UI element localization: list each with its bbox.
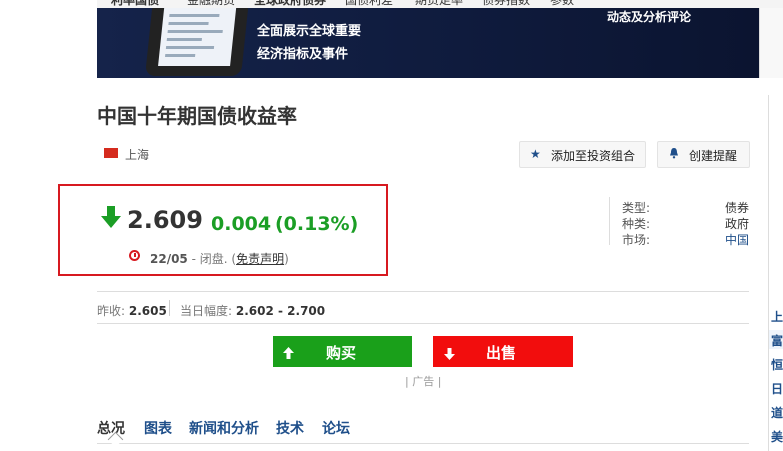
- buy-button[interactable]: 购买: [273, 336, 412, 367]
- kind-label: 种类:: [622, 217, 651, 231]
- status-close: ): [284, 252, 289, 266]
- kind-value: 政府: [724, 217, 749, 231]
- promo-banner[interactable]: 全面展示全球重要 经济指标及事件 动态及分析评论: [97, 8, 759, 78]
- last-price: 2.609: [127, 206, 203, 234]
- down-arrow-icon: [444, 345, 455, 364]
- nav-item[interactable]: 金融期货: [187, 0, 235, 8]
- sell-button[interactable]: 出售: [433, 336, 573, 367]
- nav-item[interactable]: 债券指数: [482, 0, 530, 8]
- exchange-label: 上海: [125, 148, 150, 162]
- status-text: - 闭盘. (: [191, 252, 237, 266]
- stats-divider: [169, 300, 170, 316]
- down-arrow-icon: [101, 206, 121, 228]
- market-label: 市场:: [622, 233, 651, 247]
- sell-label: 出售: [486, 344, 517, 362]
- prev-close-value: 2.605: [128, 304, 167, 318]
- sidebar-item[interactable]: 富: [771, 332, 783, 349]
- banner-text-line2: 经济指标及事件: [257, 47, 349, 62]
- page-title: 中国十年期国债收益率: [97, 104, 297, 128]
- sidebar-item[interactable]: 日: [771, 380, 783, 397]
- tab-chart[interactable]: 图表: [144, 418, 172, 438]
- info-divider: [609, 197, 610, 245]
- prev-close: 昨收: 2.605: [97, 304, 167, 318]
- tab-news[interactable]: 新闻和分析: [189, 418, 259, 438]
- tab-technical[interactable]: 技术: [276, 418, 304, 438]
- up-arrow-icon: [283, 344, 294, 363]
- nav-item[interactable]: 期货走率: [415, 0, 463, 8]
- ad-label: | 广告 |: [405, 375, 442, 388]
- nav-item[interactable]: 国债利差: [345, 0, 393, 8]
- sidebar-item[interactable]: 上: [771, 308, 783, 325]
- divider: [97, 323, 749, 324]
- side-ad-stripe: [759, 8, 783, 78]
- nav-item[interactable]: 全球政府债券: [254, 0, 326, 8]
- bell-icon: [668, 147, 680, 162]
- day-range: 当日幅度: 2.602 - 2.700: [180, 304, 326, 318]
- price-change-percent: (0.13%): [275, 213, 359, 235]
- create-alert-button[interactable]: 创建提醒: [657, 141, 750, 168]
- nav-item[interactable]: 参数: [550, 0, 574, 8]
- day-range-value: 2.602 - 2.700: [235, 304, 326, 318]
- sidebar-item[interactable]: 恒: [771, 356, 783, 373]
- nav-item[interactable]: 利率国债: [111, 0, 159, 8]
- buy-label: 购买: [326, 344, 357, 362]
- banner-text-right: 动态及分析评论: [607, 10, 692, 24]
- disclaimer-link[interactable]: 免责声明: [236, 252, 284, 266]
- add-to-portfolio-button[interactable]: ★ 添加至投资组合: [519, 141, 646, 168]
- type-label: 类型:: [622, 201, 651, 215]
- price-change: 0.004: [211, 213, 272, 235]
- right-sidebar: [768, 95, 783, 451]
- china-flag-icon: [104, 148, 118, 158]
- banner-text-line1: 全面展示全球重要: [257, 24, 362, 39]
- phone-image: [145, 8, 249, 76]
- market-status: 22/05 - 闭盘. (免责声明): [150, 250, 289, 267]
- tab-forum[interactable]: 论坛: [322, 418, 350, 438]
- quote-date: 22/05: [150, 252, 188, 266]
- type-value: 债券: [724, 201, 749, 215]
- divider: [97, 291, 749, 292]
- tabs-underline: [97, 443, 749, 444]
- market-value-link[interactable]: 中国: [689, 231, 749, 248]
- sidebar-item[interactable]: 道: [771, 404, 783, 421]
- star-icon: ★: [530, 147, 541, 161]
- sidebar-item[interactable]: 美: [771, 428, 783, 445]
- clock-icon: [129, 250, 140, 261]
